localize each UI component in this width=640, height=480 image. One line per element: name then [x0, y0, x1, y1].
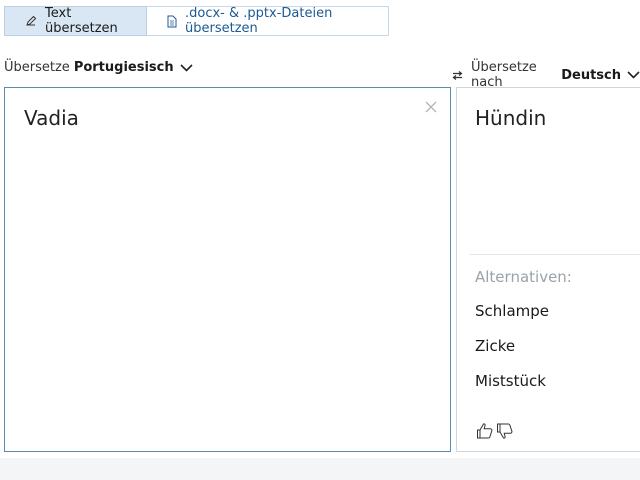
- swap-languages-icon[interactable]: [452, 70, 463, 81]
- mode-tabs: Text übersetzen .docx- & .pptx-Dateien ü…: [4, 6, 389, 38]
- footer-band: [0, 458, 640, 480]
- source-language-name: Portugiesisch: [73, 60, 174, 75]
- tab-text-translate-label: Text übersetzen: [45, 6, 118, 36]
- chevron-down-icon: [627, 71, 640, 79]
- alternative-item[interactable]: Zicke: [475, 337, 515, 355]
- alternative-item[interactable]: Schlampe: [475, 302, 549, 320]
- thumbs-down-icon[interactable]: [496, 422, 514, 440]
- target-language-selector[interactable]: Übersetze nach Deutsch: [471, 60, 640, 90]
- tab-text-translate[interactable]: Text übersetzen: [4, 6, 147, 36]
- source-text[interactable]: Vadia: [24, 106, 79, 130]
- alternatives-label: Alternativen:: [475, 268, 572, 286]
- source-language-selector[interactable]: Übersetze Portugiesisch: [4, 60, 193, 75]
- alternative-item[interactable]: Miststück: [475, 372, 546, 390]
- thumbs-up-icon[interactable]: [476, 422, 494, 440]
- target-language-prefix: Übersetze nach: [471, 60, 537, 90]
- feedback-buttons: [476, 422, 514, 440]
- translation-text: Hündin: [475, 106, 547, 130]
- tab-document-translate[interactable]: .docx- & .pptx-Dateien übersetzen: [147, 6, 389, 36]
- close-icon[interactable]: [425, 98, 439, 113]
- source-text-input[interactable]: [4, 87, 451, 452]
- target-language-name: Deutsch: [561, 67, 621, 83]
- target-language-area: Übersetze nach Deutsch: [452, 60, 640, 90]
- document-icon: [167, 15, 177, 28]
- tab-document-translate-label: .docx- & .pptx-Dateien übersetzen: [185, 6, 333, 36]
- source-language-prefix: Übersetze: [4, 60, 70, 75]
- pen-icon: [25, 15, 37, 27]
- translator-page: Text übersetzen .docx- & .pptx-Dateien ü…: [0, 0, 640, 480]
- divider: [470, 254, 640, 255]
- chevron-down-icon: [180, 63, 193, 72]
